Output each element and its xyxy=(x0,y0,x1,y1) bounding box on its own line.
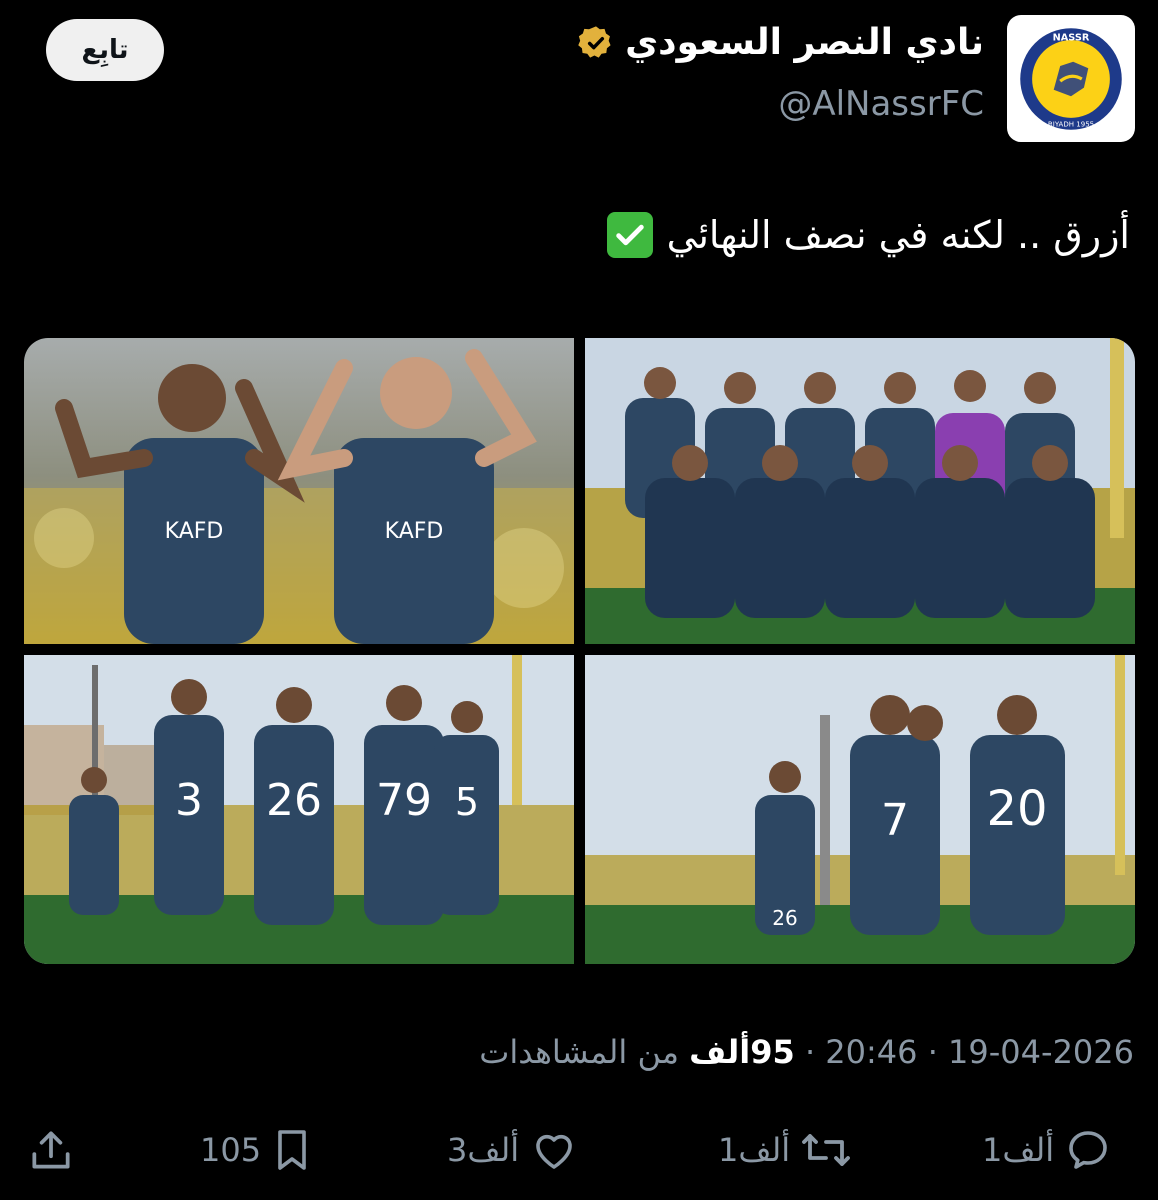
follow-button[interactable]: تابِع xyxy=(46,19,164,81)
share-button[interactable] xyxy=(26,1122,76,1178)
jersey-number: 79 xyxy=(376,775,432,826)
tweet-text: أزرق .. لكنه في نصف النهائي xyxy=(606,212,1130,258)
views-label: من المشاهدات xyxy=(479,1033,679,1071)
media-photo-2[interactable] xyxy=(585,338,1135,644)
bookmark-button[interactable]: 105 xyxy=(200,1122,313,1178)
media-photo-3[interactable]: 3 26 79 5 xyxy=(24,655,574,964)
like-count: 3ألف xyxy=(447,1131,520,1169)
tweet-meta: 19-04-2026 · 20:46 · 95ألف من المشاهدات xyxy=(479,1033,1134,1071)
logo-bottom-text: RIYADH 1955 xyxy=(1048,119,1094,128)
jersey-number: 20 xyxy=(986,781,1047,837)
tweet-date[interactable]: 19-04-2026 xyxy=(948,1033,1134,1071)
meta-separator: · xyxy=(927,1033,938,1071)
bookmark-count: 105 xyxy=(200,1131,262,1169)
club-logo-icon: NASSR RIYADH 1955 xyxy=(1020,27,1122,130)
check-mark-emoji-icon xyxy=(606,212,653,258)
tweet-time[interactable]: 20:46 xyxy=(825,1033,917,1071)
retweet-button[interactable]: 1ألف xyxy=(718,1122,852,1178)
follow-button-label: تابِع xyxy=(81,35,129,65)
reply-button[interactable]: 1ألف xyxy=(982,1122,1112,1178)
display-name-text: نادي النصر السعودي xyxy=(625,22,984,63)
account-display-name[interactable]: نادي النصر السعودي xyxy=(577,22,984,63)
avatar[interactable]: NASSR RIYADH 1955 xyxy=(1007,15,1135,142)
jersey-sponsor-text: KAFD xyxy=(165,519,224,544)
jersey-sponsor-text: KAFD xyxy=(385,519,444,544)
tweet-text-body: أزرق .. لكنه في نصف النهائي xyxy=(666,213,1130,257)
media-grid: KAFD KAFD 3 26 79 5 7 20 26 xyxy=(24,338,1135,964)
media-photo-1[interactable]: KAFD KAFD xyxy=(24,338,574,644)
jersey-number: 26 xyxy=(266,775,322,826)
share-icon xyxy=(32,1131,70,1169)
jersey-number: 5 xyxy=(455,780,479,824)
views-count: 95ألف xyxy=(689,1033,795,1071)
reply-count: 1ألف xyxy=(982,1131,1055,1169)
like-button[interactable]: 3ألف xyxy=(447,1122,579,1178)
jersey-number: 26 xyxy=(772,906,797,930)
jersey-number: 3 xyxy=(175,775,203,826)
verified-badge-icon xyxy=(578,25,611,58)
media-photo-4[interactable]: 7 20 26 xyxy=(585,655,1135,964)
retweet-icon xyxy=(802,1134,851,1166)
retweet-count: 1ألف xyxy=(718,1131,791,1169)
meta-separator: · xyxy=(804,1033,816,1071)
reply-icon xyxy=(1069,1131,1107,1169)
bookmark-icon xyxy=(278,1130,306,1170)
account-handle[interactable]: @AlNassrFC xyxy=(778,84,984,124)
heart-icon xyxy=(536,1134,572,1169)
jersey-number: 7 xyxy=(881,795,909,846)
logo-top-text: NASSR xyxy=(1053,32,1090,43)
